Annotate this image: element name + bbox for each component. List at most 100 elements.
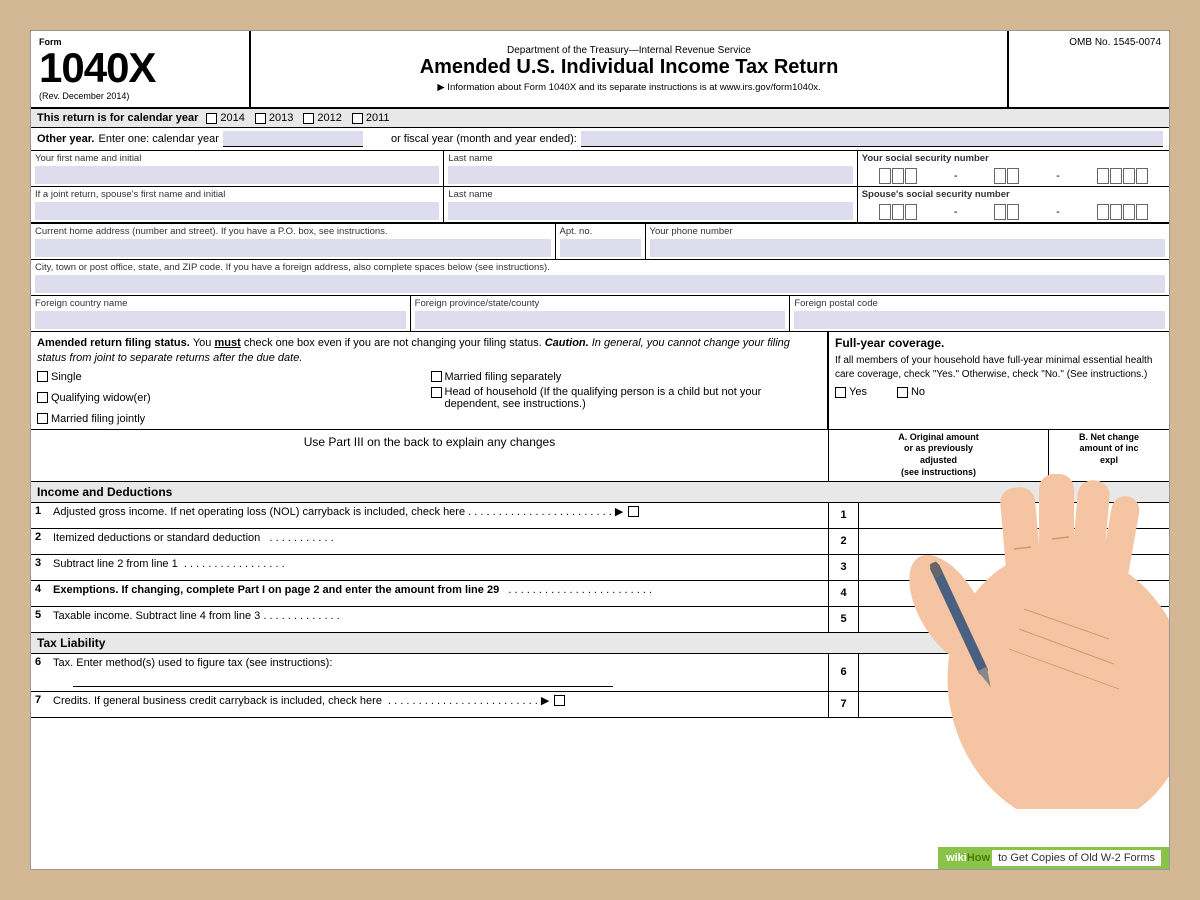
year-2012-checkbox[interactable] — [303, 113, 314, 124]
foreign-postal-input[interactable] — [794, 311, 1165, 329]
ssn-digit — [892, 168, 904, 184]
spouse-first-name-input[interactable] — [35, 202, 439, 220]
row2-text: Itemized deductions or standard deductio… — [53, 531, 824, 546]
ssn-digit — [1136, 168, 1148, 184]
last-name-input[interactable] — [448, 166, 852, 184]
info-line: ▶ Information about Form 1040X and its s… — [257, 82, 1001, 93]
coverage-checkboxes: Yes No — [835, 386, 1163, 398]
city-input[interactable] — [35, 275, 1165, 293]
calendar-year-label: This return is for calendar year — [37, 112, 198, 124]
married-separately-item[interactable]: Married filing separately — [431, 371, 812, 383]
row7-cell-b[interactable] — [1049, 692, 1169, 717]
row7-cell-a[interactable] — [859, 692, 1049, 717]
row7-arrow: ▶ — [541, 695, 549, 707]
row5-content: 5 Taxable income. Subtract line 4 from l… — [31, 607, 829, 632]
part-iii-text: Use Part III on the back to explain any … — [31, 430, 829, 481]
single-checkbox-item[interactable]: Single — [37, 371, 418, 383]
year-2012-item[interactable]: 2012 — [303, 112, 341, 124]
row6-cell-b[interactable] — [1049, 654, 1169, 691]
yes-checkbox[interactable] — [835, 387, 846, 398]
coverage-title: Full-year coverage. — [835, 336, 1163, 350]
fiscal-year-input[interactable] — [581, 131, 1163, 147]
ssn-digit — [1097, 168, 1109, 184]
year-2013-item[interactable]: 2013 — [255, 112, 293, 124]
row6-cell-a[interactable] — [859, 654, 1049, 691]
row1-checkbox[interactable] — [628, 506, 639, 517]
apt-input[interactable] — [560, 239, 641, 257]
filing-status-label: Amended return filing status. — [37, 337, 193, 349]
no-checkbox-item[interactable]: No — [897, 386, 925, 398]
row4-cell-a[interactable] — [859, 581, 1049, 606]
foreign-country-input[interactable] — [35, 311, 406, 329]
single-checkbox[interactable] — [37, 371, 48, 382]
row4-line-num: 4 — [829, 581, 859, 606]
other-year-text: Enter one: calendar year — [98, 133, 218, 145]
row7-text: Credits. If general business credit carr… — [53, 694, 824, 709]
row2-cell-a[interactable] — [859, 529, 1049, 554]
year-2011-label: 2011 — [366, 112, 390, 124]
spouse-last-name-input[interactable] — [448, 202, 852, 220]
omb-section: OMB No. 1545-0074 — [1009, 31, 1169, 107]
ssn-cell: Your social security number - - — [858, 151, 1169, 186]
married-separately-label: Married filing separately — [445, 371, 562, 383]
no-label: No — [911, 386, 925, 398]
row1-cell-b[interactable] — [1049, 503, 1169, 528]
head-household-item[interactable]: Head of household (If the qualifying per… — [431, 386, 812, 410]
address-input[interactable] — [35, 239, 551, 257]
row1-cell-a[interactable] — [859, 503, 1049, 528]
yes-checkbox-item[interactable]: Yes — [835, 386, 867, 398]
row6-text: Tax. Enter method(s) used to figure tax … — [53, 656, 824, 687]
page-wrapper: Form 1040X (Rev. December 2014) Departme… — [30, 30, 1170, 870]
row1-line-num: 1 — [829, 503, 859, 528]
row5-number: 5 — [35, 609, 49, 621]
ssn-digit — [905, 204, 917, 220]
row3-cell-a[interactable] — [859, 555, 1049, 580]
year-2014-checkbox[interactable] — [206, 113, 217, 124]
row3-cell-b[interactable] — [1049, 555, 1169, 580]
married-separately-checkbox[interactable] — [431, 371, 442, 382]
row7-checkbox[interactable] — [554, 695, 565, 706]
wikihow-bar: wiki How to Get Copies of Old W-2 Forms — [938, 847, 1169, 869]
row2-cell-b[interactable] — [1049, 529, 1169, 554]
row5-cells: 5 — [829, 607, 1169, 632]
head-household-checkbox[interactable] — [431, 387, 442, 398]
married-jointly-item[interactable]: Married filing jointly — [37, 413, 418, 425]
row5-cell-a[interactable] — [859, 607, 1049, 632]
qualifying-widow-item[interactable]: Qualifying widow(er) — [37, 386, 418, 410]
income-row-1: 1 Adjusted gross income. If net operatin… — [31, 503, 1169, 529]
no-checkbox[interactable] — [897, 387, 908, 398]
year-2013-label: 2013 — [269, 112, 293, 124]
row5-cell-b[interactable] — [1049, 607, 1169, 632]
filing-coverage-row: Amended return filing status. You must c… — [31, 332, 1169, 430]
foreign-province-input[interactable] — [415, 311, 786, 329]
address-label: Current home address (number and street)… — [35, 226, 551, 237]
names-section: Your first name and initial Last name Yo… — [31, 151, 1169, 224]
year-2011-checkbox[interactable] — [352, 113, 363, 124]
other-year-input[interactable] — [223, 131, 363, 147]
year-2011-item[interactable]: 2011 — [352, 112, 390, 124]
married-jointly-checkbox[interactable] — [37, 413, 48, 424]
qualifying-widow-checkbox[interactable] — [37, 392, 48, 403]
form-container: Form 1040X (Rev. December 2014) Departme… — [31, 31, 1169, 869]
income-title-row: Income and Deductions — [31, 482, 1169, 503]
row3-cells: 3 — [829, 555, 1169, 580]
address-main-cell: Current home address (number and street)… — [31, 224, 556, 259]
row6-line-num: 6 — [829, 654, 859, 691]
row4-cell-b[interactable] — [1049, 581, 1169, 606]
other-year-bold: Other year. — [37, 133, 94, 145]
row2-number: 2 — [35, 531, 49, 543]
spouse-first-name-label: If a joint return, spouse's first name a… — [35, 189, 439, 200]
row7-number: 7 — [35, 694, 49, 706]
coverage-text: If all members of your household have fu… — [835, 354, 1163, 382]
foreign-province-cell: Foreign province/state/county — [411, 296, 791, 331]
spouse-ssn-label: Spouse's social security number — [862, 189, 1165, 200]
foreign-province-label: Foreign province/state/county — [415, 298, 786, 309]
apt-label: Apt. no. — [560, 226, 641, 237]
first-name-input[interactable] — [35, 166, 439, 184]
year-2013-checkbox[interactable] — [255, 113, 266, 124]
part-iii-row: Use Part III on the back to explain any … — [31, 430, 1169, 482]
phone-input[interactable] — [650, 239, 1166, 257]
foreign-country-cell: Foreign country name — [31, 296, 411, 331]
year-2014-item[interactable]: 2014 — [206, 112, 244, 124]
wikihow-text: to Get Copies of Old W-2 Forms — [992, 850, 1161, 866]
